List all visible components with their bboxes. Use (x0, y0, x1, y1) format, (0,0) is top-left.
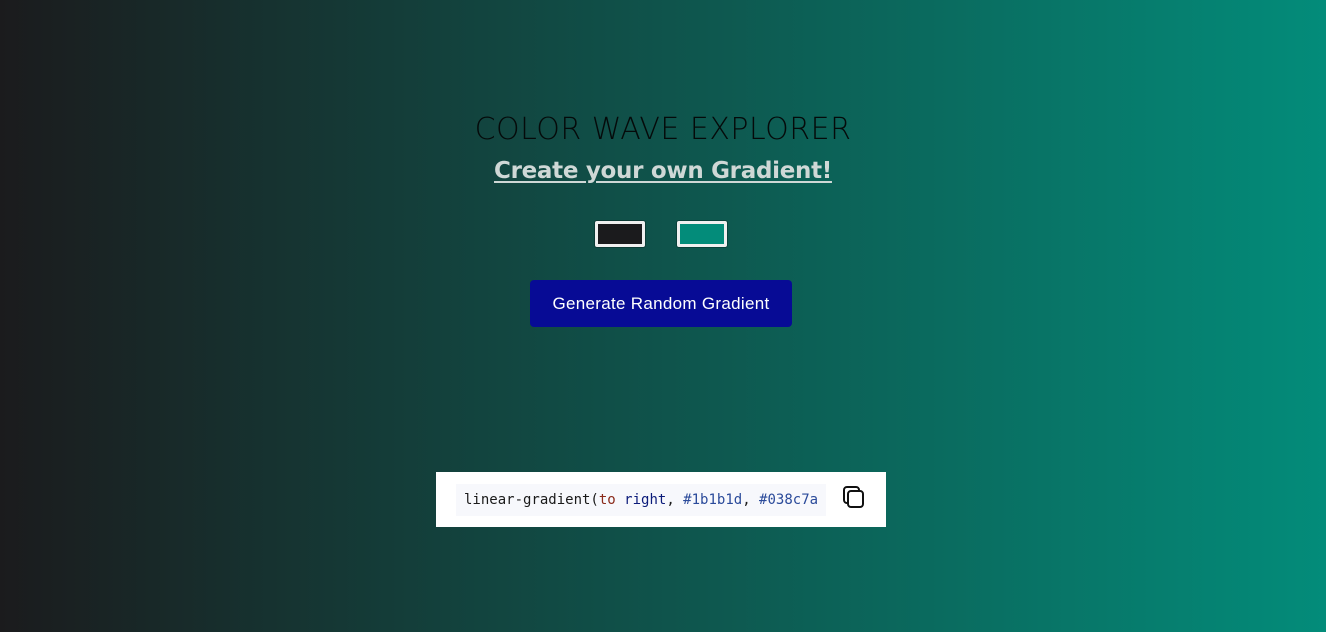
css-output-box: linear-gradient(to right, #1b1b1d, #038c… (436, 472, 886, 527)
page-title: COLOR WAVE EXPLORER (474, 112, 852, 147)
copy-icon[interactable] (841, 485, 867, 511)
code-separator: , (742, 492, 760, 508)
code-direction-value: right (624, 492, 667, 508)
code-color-2: #038c7a (759, 492, 819, 508)
color-pickers (595, 221, 727, 247)
code-separator: , (666, 492, 684, 508)
css-code[interactable]: linear-gradient(to right, #1b1b1d, #038c… (456, 484, 827, 516)
code-function: linear-gradient( (464, 492, 599, 508)
code-color-1: #1b1b1d (683, 492, 743, 508)
color-picker-2[interactable] (677, 221, 727, 247)
color-picker-1[interactable] (595, 221, 645, 247)
page-subtitle: Create your own Gradient! (494, 158, 832, 184)
app-container: COLOR WAVE EXPLORER Create your own Grad… (0, 0, 1326, 632)
generate-random-gradient-button[interactable]: Generate Random Gradient (530, 280, 792, 327)
code-direction-keyword: to (598, 492, 616, 508)
